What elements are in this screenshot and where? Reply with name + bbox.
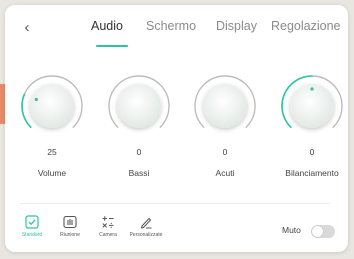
mute-label: Muto — [282, 225, 301, 235]
check-square-icon — [25, 215, 39, 229]
knob-body — [203, 84, 247, 128]
knob-level-arc — [21, 93, 32, 129]
mode-personalizzate[interactable]: Personalizzate — [126, 215, 166, 238]
knob-body — [30, 84, 74, 128]
mode-riunione[interactable]: Riunione — [50, 215, 90, 238]
bilanciamento-value: 0 — [309, 147, 315, 157]
pen-icon — [141, 218, 152, 229]
mute-toggle[interactable] — [311, 225, 335, 238]
knob-indicator-dot — [310, 87, 314, 91]
mute-toggle-thumb — [312, 226, 323, 237]
bassi-value: 0 — [136, 147, 142, 157]
knob-dial — [108, 75, 170, 128]
mode-camera[interactable]: Camera — [88, 215, 128, 238]
active-tab-indicator — [96, 45, 128, 47]
knob-indicator-dot — [34, 97, 38, 102]
meeting-icon — [63, 215, 77, 229]
acuti-value: 0 — [222, 147, 228, 157]
knob-body — [117, 84, 161, 128]
math-operators-icon — [102, 216, 114, 228]
mode-standard-label: Standard — [21, 232, 43, 238]
tab-display[interactable]: Display — [216, 19, 257, 33]
acuti-knob[interactable] — [192, 73, 258, 139]
volume-value: 25 — [47, 147, 57, 157]
tab-regolazione[interactable]: Regolazione — [271, 19, 341, 33]
mode-riunione-label: Riunione — [60, 232, 80, 238]
tab-audio[interactable]: Audio — [91, 19, 123, 33]
tab-schermo[interactable]: Schermo — [146, 19, 196, 33]
audio-settings-panel: ‹ Audio Schermo Display Regolazione 25 0… — [5, 5, 348, 252]
mode-standard[interactable]: Standard — [12, 215, 52, 238]
bilanciamento-label: Bilanciamento — [285, 168, 339, 178]
bassi-knob[interactable] — [106, 73, 172, 139]
back-chevron-icon[interactable]: ‹ — [19, 18, 35, 38]
divider — [20, 203, 330, 204]
knob-dial — [194, 75, 256, 128]
acuti-label: Acuti — [215, 168, 235, 178]
volume-knob[interactable] — [19, 73, 85, 139]
knob-dial — [21, 75, 83, 129]
bassi-label: Bassi — [128, 168, 150, 178]
mode-personalizzate-label: Personalizzate — [129, 232, 163, 238]
bilanciamento-knob[interactable] — [279, 73, 345, 139]
mode-camera-label: Camera — [99, 232, 117, 238]
knob-dial — [281, 75, 343, 129]
volume-label: Volume — [37, 168, 67, 178]
